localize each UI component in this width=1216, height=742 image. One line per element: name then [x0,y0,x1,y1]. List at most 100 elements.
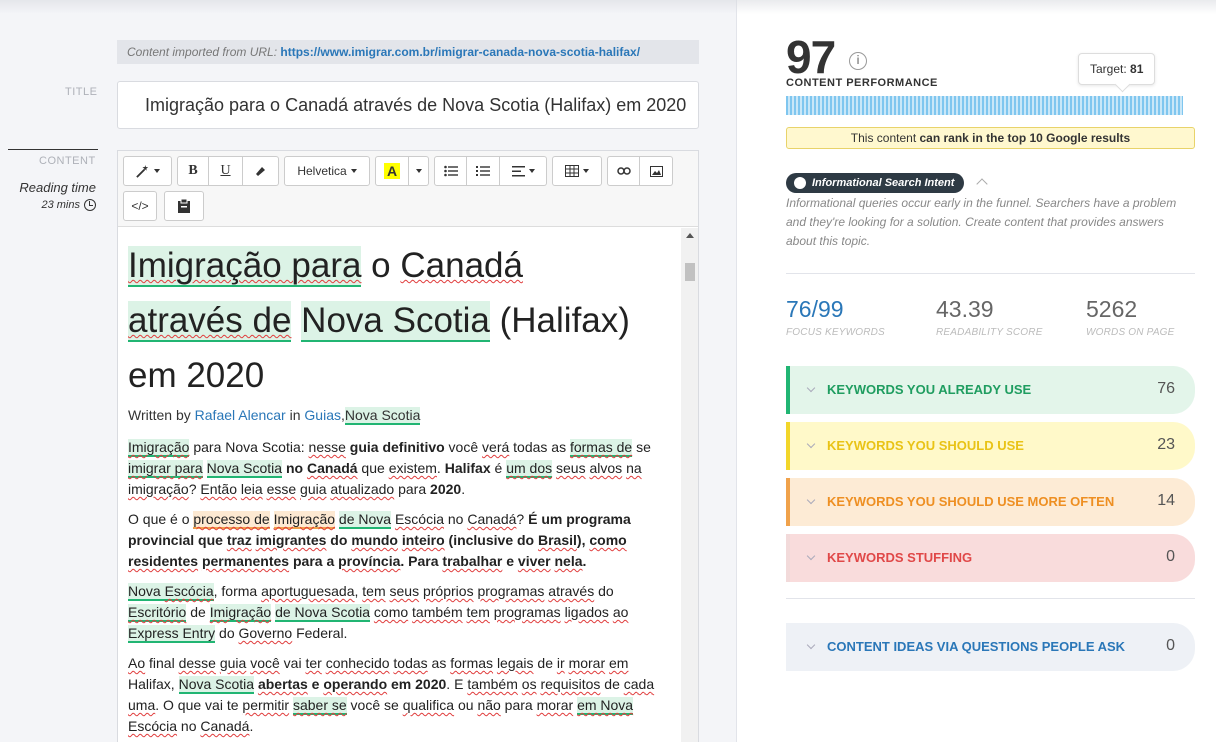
byline-prefix: Written by [128,407,195,423]
clipboard-icon [178,199,190,213]
bullet-list-button[interactable] [434,156,467,186]
focus-num: 76 [786,296,812,322]
questions-label: CONTENT IDEAS VIA QUESTIONS PEOPLE ASK [827,639,1126,654]
keywords-already-use[interactable]: KEYWORDS YOU ALREADY USE 76 [786,366,1195,414]
image-icon [649,165,663,177]
reading-time-value: 23 mins [19,199,96,211]
highlight-color-button[interactable]: A [375,156,409,186]
target-tooltip: Target: 81 [1078,53,1156,85]
paragraph: O que é o processo de Imigração de Nova … [128,511,631,569]
heading-keyword: Imigração para [128,246,362,287]
title-input[interactable]: Imigração para o Canadá através de Nova … [117,81,699,129]
import-prefix: Content imported from URL: [127,45,278,59]
status-bar [786,534,790,582]
eraser-icon [255,167,265,176]
search-intent-badge[interactable]: Informational Search Intent [786,173,965,193]
rich-text-editor: B U Helvetica A </> Imigração para o Can… [117,150,699,742]
import-url-link[interactable]: https://www.imigrar.com.br/imigrar-canad… [280,45,640,59]
scroll-up-arrow-icon[interactable] [686,233,694,238]
content-divider [8,149,98,150]
title-label: TITLE [65,86,98,98]
chevron-down-icon [806,495,816,505]
rank-notice: This content can rank in the top 10 Goog… [786,127,1195,149]
status-bar [786,366,790,414]
keywords-should-use[interactable]: KEYWORDS YOU SHOULD USE 23 [786,422,1195,470]
heading-text: Canadá [400,246,523,285]
divider [786,273,1195,274]
keyword-group-label: KEYWORDS YOU SHOULD USE MORE OFTEN [827,494,1115,509]
content-ideas-questions[interactable]: CONTENT IDEAS VIA QUESTIONS PEOPLE ASK 0 [786,623,1195,671]
divider [786,598,1195,599]
highlight-color-dropdown[interactable] [409,156,429,186]
code-view-button[interactable]: </> [123,191,157,221]
insert-image-button[interactable] [640,156,673,186]
info-icon[interactable]: i [849,52,867,70]
chevron-up-icon[interactable] [976,178,988,190]
keyword-group-count: 76 [1157,380,1175,397]
editor-pane: Content imported from URL: https://www.i… [0,0,737,742]
heading-text [291,301,301,340]
keyword-group-count: 23 [1157,436,1175,453]
chevron-down-icon [806,439,816,449]
paragraph: Imigração para Nova Scotia: nesse guia d… [128,439,651,497]
editor-scrollbar[interactable] [681,228,698,742]
readability-stat: 43.39 READABILITY SCORE [936,296,1043,338]
paragraph: Nova Escócia, forma aportuguesada, tem s… [128,583,629,643]
font-family-select[interactable]: Helvetica [284,156,370,186]
editor-toolbar: B U Helvetica A </> [118,151,698,227]
rank-prefix: This content [850,131,920,145]
focus-den: /99 [811,296,844,322]
clear-format-button[interactable] [243,156,279,186]
link-icon [616,167,631,175]
category-link[interactable]: Nova Scotia [344,407,421,425]
author-link[interactable]: Rafael Alencar [195,407,286,423]
highlight-letter: A [383,163,401,179]
document-body[interactable]: Imigração para o Canadá através de Nova S… [118,228,682,742]
search-intent-label: Informational Search Intent [812,177,955,189]
align-left-icon [511,165,525,176]
target-label: Target: [1090,62,1127,76]
font-family-value: Helvetica [297,164,347,178]
scroll-thumb[interactable] [685,263,695,281]
byline-in: in [285,407,305,423]
heading-keyword: através de [128,301,292,342]
align-dropdown[interactable] [500,156,547,186]
reading-mins: 23 mins [41,199,80,211]
keywords-stuffing[interactable]: KEYWORDS STUFFING 0 [786,534,1195,582]
chevron-down-icon [806,383,816,393]
clock-icon [84,199,96,211]
keywords-use-more-often[interactable]: KEYWORDS YOU SHOULD USE MORE OFTEN 14 [786,478,1195,526]
intent-description: Informational queries occur early in the… [786,196,1177,248]
numbered-list-button[interactable] [467,156,500,186]
word-count-label: WORDS ON PAGE [1086,327,1175,338]
bold-button[interactable]: B [177,156,209,186]
performance-bar [786,96,1183,115]
intent-icon [794,177,806,189]
chevron-down-icon [806,640,816,650]
word-count-value: 5262 [1086,296,1138,322]
content-label: CONTENT [39,155,96,167]
magic-wand-button[interactable] [123,156,172,186]
reading-time: Reading time 23 mins [19,180,96,211]
category-link[interactable]: Guias [304,407,341,423]
insert-link-button[interactable] [607,156,640,186]
keyword-group-label: KEYWORDS YOU SHOULD USE [827,438,1024,453]
content-score: 97 [786,31,836,83]
byline: Written by Rafael Alencar in Guias,Nova … [128,407,672,425]
focus-keywords-stat: 76/99 FOCUS KEYWORDS [786,296,885,338]
keyword-group-count: 14 [1157,492,1175,509]
readability-label: READABILITY SCORE [936,327,1043,338]
bullet-list-icon [443,165,458,177]
table-icon [565,165,579,177]
heading-keyword: Nova Scotia [301,301,490,342]
table-dropdown[interactable] [552,156,602,186]
rank-bold: can rank in the top 10 Google results [919,131,1131,145]
analysis-panel: 97 i CONTENT PERFORMANCE Target: 81 This… [738,0,1216,742]
questions-count: 0 [1166,637,1175,654]
underline-button[interactable]: U [209,156,243,186]
keyword-group-label: KEYWORDS YOU ALREADY USE [827,382,1032,397]
magic-wand-icon [136,164,149,178]
paragraph: Ao final desse guia você vai ter conheci… [128,655,655,734]
reading-time-label: Reading time [19,180,96,195]
clipboard-button[interactable] [164,191,204,221]
